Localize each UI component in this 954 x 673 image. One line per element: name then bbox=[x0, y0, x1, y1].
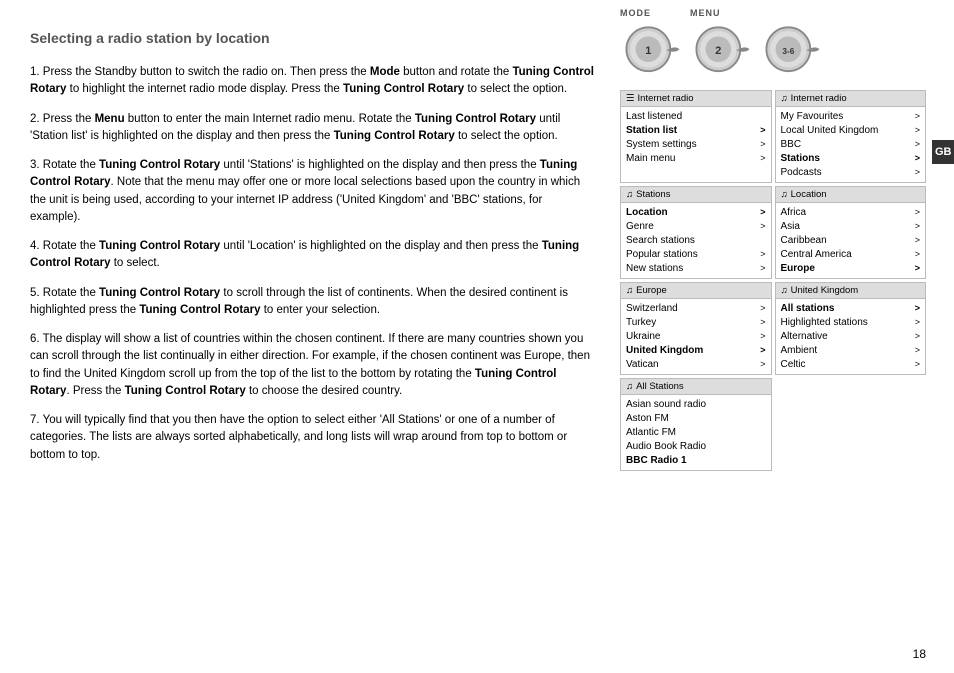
panel-6-row-2: Highlighted stations> bbox=[781, 315, 921, 329]
panel-4-row-5: Europe> bbox=[781, 261, 921, 275]
panel-7-row-2: Aston FM bbox=[626, 411, 766, 425]
panel-2-row-5: Podcasts> bbox=[781, 165, 921, 179]
panel-6-row-5: Celtic> bbox=[781, 357, 921, 371]
panel-1-row-4: Main menu> bbox=[626, 151, 766, 165]
instruction-5: 5. Rotate the Tuning Control Rotary to s… bbox=[30, 285, 595, 320]
panel-2-body: My Favourites> Local United Kingdom> BBC… bbox=[776, 107, 926, 182]
panel-4-title: Location bbox=[791, 189, 827, 200]
diagram-mode: MODE 1 bbox=[620, 8, 684, 84]
panel-3-body: Location> Genre> Search stations Popular… bbox=[621, 203, 771, 278]
panel-7-row-5: BBC Radio 1 bbox=[626, 453, 766, 467]
panel-6-icon: ♫ bbox=[781, 285, 788, 296]
panel-6-body: All stations> Highlighted stations> Alte… bbox=[776, 299, 926, 374]
instruction-3: 3. Rotate the Tuning Control Rotary unti… bbox=[30, 157, 595, 226]
instruction-6: 6. The display will show a list of count… bbox=[30, 331, 595, 400]
panel-3-row-5: New stations> bbox=[626, 261, 766, 275]
3-6-knob-svg: 3-6 bbox=[760, 20, 824, 84]
panel-7-title: All Stations bbox=[636, 381, 684, 392]
panel-5-row-3: Ukraine> bbox=[626, 329, 766, 343]
panel-1-row-3: System settings> bbox=[626, 137, 766, 151]
panel-header-5: ♫ Europe bbox=[621, 283, 771, 299]
panel-1-row-1: Last listened bbox=[626, 109, 766, 123]
page-title: Selecting a radio station by location bbox=[30, 30, 595, 46]
panel-internet-radio-1: ☰ Internet radio Last listened Station l… bbox=[620, 90, 772, 183]
panel-header-3: ♫ Stations bbox=[621, 187, 771, 203]
panel-2-row-2: Local United Kingdom> bbox=[781, 123, 921, 137]
panel-header-6: ♫ United Kingdom bbox=[776, 283, 926, 299]
panel-7-row-1: Asian sound radio bbox=[626, 397, 766, 411]
panel-stations: ♫ Stations Location> Genre> Search stati… bbox=[620, 186, 772, 279]
panel-1-title: Internet radio bbox=[638, 93, 694, 104]
panel-header-7: ♫ All Stations bbox=[621, 379, 771, 395]
instruction-7: 7. You will typically find that you then… bbox=[30, 412, 595, 464]
panel-5-row-2: Turkey> bbox=[626, 315, 766, 329]
panel-2-row-3: BBC> bbox=[781, 137, 921, 151]
panel-internet-radio-2: ♫ Internet radio My Favourites> Local Un… bbox=[775, 90, 927, 183]
mode-label: MODE bbox=[620, 8, 651, 18]
instruction-list: 1. Press the Standby button to switch th… bbox=[30, 64, 595, 464]
panel-4-row-3: Caribbean> bbox=[781, 233, 921, 247]
panel-6-row-4: Ambient> bbox=[781, 343, 921, 357]
svg-text:2: 2 bbox=[715, 45, 721, 57]
diagram-3-6: 3-6 bbox=[760, 8, 824, 84]
diagram-3-6-label bbox=[760, 8, 764, 18]
panel-2-row-4: Stations> bbox=[781, 151, 921, 165]
mode-knob-svg: 1 bbox=[620, 20, 684, 84]
panel-5-row-4: United Kingdom> bbox=[626, 343, 766, 357]
panel-6-title: United Kingdom bbox=[791, 285, 859, 296]
panel-3-row-3: Search stations bbox=[626, 233, 766, 247]
panels-area: ☰ Internet radio Last listened Station l… bbox=[620, 90, 926, 471]
panel-6-row-1: All stations> bbox=[781, 301, 921, 315]
panel-3-title: Stations bbox=[636, 189, 670, 200]
diagram-menu: MENU 2 bbox=[690, 8, 754, 84]
panel-3-row-1: Location> bbox=[626, 205, 766, 219]
panel-4-row-4: Central America> bbox=[781, 247, 921, 261]
instruction-1: 1. Press the Standby button to switch th… bbox=[30, 64, 595, 99]
panel-1-body: Last listened Station list> System setti… bbox=[621, 107, 771, 168]
menu-label: MENU bbox=[690, 8, 721, 18]
panel-united-kingdom: ♫ United Kingdom All stations> Highlight… bbox=[775, 282, 927, 375]
instruction-4: 4. Rotate the Tuning Control Rotary unti… bbox=[30, 238, 595, 273]
panel-2-title: Internet radio bbox=[791, 93, 847, 104]
panel-header-1: ☰ Internet radio bbox=[621, 91, 771, 107]
panel-4-row-2: Asia> bbox=[781, 219, 921, 233]
panel-1-icon: ☰ bbox=[626, 93, 635, 104]
svg-text:3-6: 3-6 bbox=[782, 47, 794, 56]
gb-tab: GB bbox=[932, 140, 954, 164]
panel-5-row-1: Switzerland> bbox=[626, 301, 766, 315]
main-content: Selecting a radio station by location 1.… bbox=[0, 0, 615, 673]
panel-3-icon: ♫ bbox=[626, 189, 633, 200]
panel-5-body: Switzerland> Turkey> Ukraine> United Kin… bbox=[621, 299, 771, 374]
panel-4-row-1: Africa> bbox=[781, 205, 921, 219]
panel-7-row-4: Audio Book Radio bbox=[626, 439, 766, 453]
panel-7-row-3: Atlantic FM bbox=[626, 425, 766, 439]
svg-text:1: 1 bbox=[645, 45, 651, 57]
panel-5-title: Europe bbox=[636, 285, 667, 296]
panel-location: ♫ Location Africa> Asia> Caribbean> Cent… bbox=[775, 186, 927, 279]
panel-2-icon: ♫ bbox=[781, 93, 788, 104]
panel-5-icon: ♫ bbox=[626, 285, 633, 296]
panel-4-body: Africa> Asia> Caribbean> Central America… bbox=[776, 203, 926, 278]
panel-1-row-2: Station list> bbox=[626, 123, 766, 137]
panel-5-row-5: Vatican> bbox=[626, 357, 766, 371]
panel-europe: ♫ Europe Switzerland> Turkey> Ukraine> U… bbox=[620, 282, 772, 375]
instruction-2: 2. Press the Menu button to enter the ma… bbox=[30, 111, 595, 146]
panel-7-body: Asian sound radio Aston FM Atlantic FM A… bbox=[621, 395, 771, 470]
right-section: MODE 1 MENU 2 bbox=[615, 0, 954, 673]
menu-knob-svg: 2 bbox=[690, 20, 754, 84]
diagrams-area: MODE 1 MENU 2 bbox=[620, 8, 926, 84]
panel-4-icon: ♫ bbox=[781, 189, 788, 200]
panel-header-2: ♫ Internet radio bbox=[776, 91, 926, 107]
panel-2-row-1: My Favourites> bbox=[781, 109, 921, 123]
panel-3-row-4: Popular stations> bbox=[626, 247, 766, 261]
panel-3-row-2: Genre> bbox=[626, 219, 766, 233]
panel-all-stations: ♫ All Stations Asian sound radio Aston F… bbox=[620, 378, 772, 471]
panel-7-icon: ♫ bbox=[626, 381, 633, 392]
page-number: 18 bbox=[913, 647, 926, 661]
panel-6-row-3: Alternative> bbox=[781, 329, 921, 343]
panel-header-4: ♫ Location bbox=[776, 187, 926, 203]
